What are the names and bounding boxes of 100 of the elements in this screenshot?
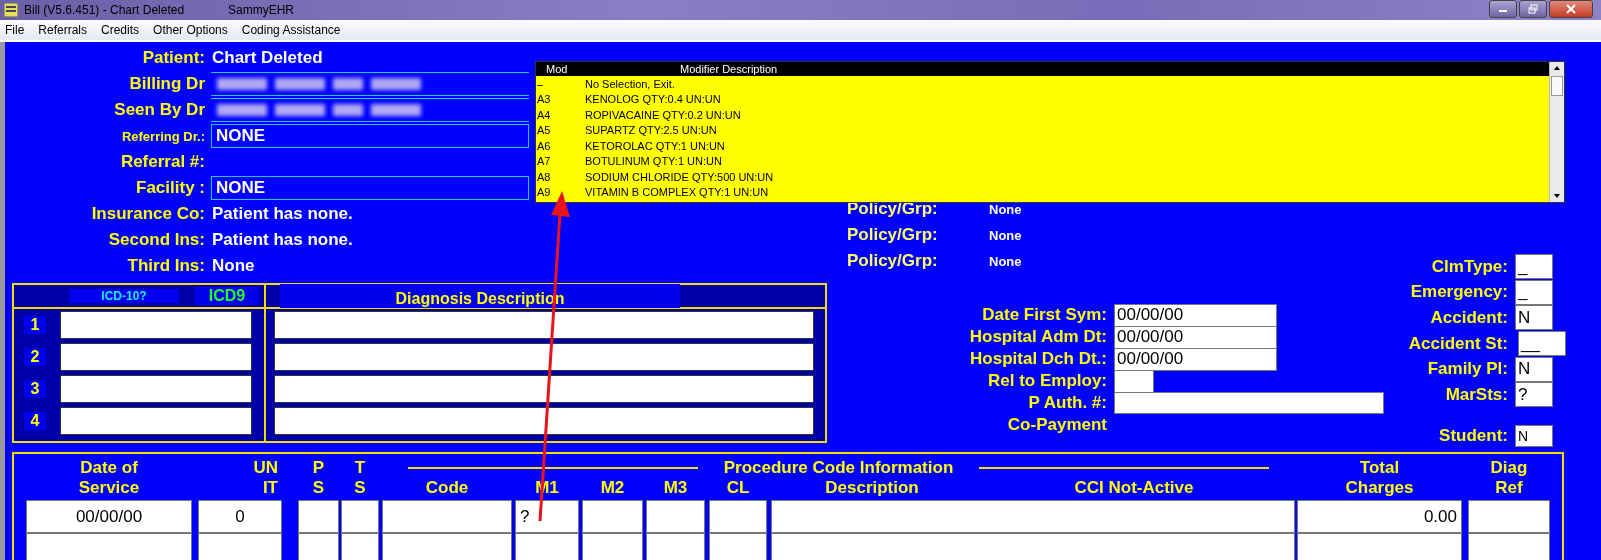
field-value: None [989,201,1022,217]
table-cell[interactable] [646,500,705,533]
description-field[interactable] [274,343,814,371]
row-number: 2 [24,348,46,366]
field-value: Chart Deleted [212,48,323,68]
close-button[interactable] [1549,0,1593,18]
table-cell[interactable] [771,533,1295,560]
table-cell[interactable] [382,533,512,560]
scrollbar[interactable] [1549,62,1564,202]
table-cell[interactable] [771,500,1295,533]
field-label: Facility : [135,178,205,198]
input-field[interactable]: N [1515,356,1553,382]
column-header: Mod [546,63,569,75]
field-label: Date First Sym: [981,305,1107,325]
field-label: Referral #: [119,152,205,172]
menu-item[interactable]: File [5,23,25,37]
table-cell[interactable] [709,500,767,533]
list-item[interactable]: A7 BOTULINUM QTY:1 UN:UN [536,153,1549,169]
table-cell[interactable] [709,533,767,560]
table-cell[interactable] [26,533,192,560]
list-item[interactable]: A5 SUPARTZ QTY:2.5 UN:UN [536,122,1549,138]
input-field[interactable] [1114,369,1154,393]
input-field[interactable]: ? [1515,382,1553,408]
menu-item[interactable]: Other Options [153,23,228,37]
input-field[interactable]: N [1515,305,1553,331]
input-field[interactable]: N [1515,425,1553,448]
field-value: None [989,227,1022,243]
column-header: Modifier Description [680,63,778,75]
description-field[interactable] [274,311,814,339]
field-value: Patient has none. [212,230,353,250]
app-icon [4,3,18,17]
row-number: 4 [24,412,46,430]
close-icon [1566,4,1576,14]
description-field[interactable] [274,375,814,403]
code-field[interactable] [60,311,252,339]
input-field[interactable]: __ [1518,331,1566,357]
field-label: ClmType: [1430,256,1508,277]
table-cell[interactable] [298,500,339,533]
column-header: Description [824,478,920,498]
field-label: Seen By Dr [113,100,205,120]
table-cell[interactable] [382,500,512,533]
field-label: Policy/Grp: [847,251,939,271]
table-cell[interactable] [298,533,339,560]
list-item[interactable]: A9 VITAMIN B COMPLEX QTY:1 UN:UN [536,184,1549,200]
field-label: Hospital Dch Dt.: [969,349,1107,369]
table-cell[interactable] [341,533,379,560]
column-header: S [311,478,326,498]
field-value: None [989,253,1022,269]
column-header: T [353,458,367,478]
list-item[interactable]: A3 KENOLOG QTY:0.4 UN:UN [536,91,1549,107]
menu-item[interactable]: Referrals [38,23,88,37]
date-field[interactable]: 00/00/00 [1114,303,1277,327]
menu-item[interactable]: Coding Assistance [241,23,341,37]
table-cell[interactable] [1468,533,1550,560]
table-cell[interactable]: ? [515,500,579,533]
field-label: MarSts: [1444,384,1508,405]
restore-icon [1528,4,1538,14]
date-field[interactable]: 00/00/00 [1114,347,1277,371]
app-name: SammyEHR [228,3,294,17]
input-field[interactable]: NONE [211,176,529,200]
list-item[interactable]: A6 KETOROLAC QTY:1 UN:UN [536,138,1549,154]
input-field[interactable]: _ [1515,279,1553,305]
row-number: 1 [24,316,46,334]
field-label: Family Pl: [1426,359,1508,380]
field-label: Student: [1438,426,1508,447]
field-value: None [212,256,255,276]
input-field[interactable] [1114,392,1384,414]
section-title: Procedure Code Information [723,458,954,478]
table-cell[interactable] [515,533,579,560]
table-cell[interactable] [646,533,705,560]
icd10-label[interactable]: ICD-10? [69,289,179,303]
table-cell[interactable]: 0.00 [1297,500,1462,533]
code-field[interactable] [60,375,252,403]
menu-item[interactable]: Credits [101,23,140,37]
field-value: Patient has none. [212,204,353,224]
restore-button[interactable] [1519,0,1547,18]
table-cell[interactable] [582,533,643,560]
table-cell[interactable] [582,500,643,533]
field-label: Second Ins: [107,230,205,250]
description-field[interactable] [274,407,814,435]
code-field[interactable] [60,407,252,435]
column-header: P [311,458,326,478]
icd9-label[interactable]: ICD9 [195,287,259,305]
table-cell[interactable] [1297,533,1462,560]
table-cell[interactable] [341,500,379,533]
list-item[interactable]: – No Selection, Exit. [536,76,1549,92]
table-cell[interactable] [198,533,282,560]
list-item[interactable]: A8 SODIUM CHLORIDE QTY:500 UN:UN [536,169,1549,185]
minimize-button[interactable] [1489,0,1517,18]
date-field[interactable]: 00/00/00 [1114,325,1277,349]
column-header: CL [725,478,751,498]
table-cell[interactable] [1468,500,1550,533]
table-cell[interactable]: 00/00/00 [26,500,192,533]
list-item[interactable]: A4 ROPIVACAINE QTY:0.2 UN:UN [536,107,1549,123]
table-cell[interactable]: 0 [198,500,282,533]
scroll-thumb[interactable] [1551,76,1563,96]
input-field[interactable]: NONE [211,124,529,148]
input-field[interactable]: _ [1515,254,1553,280]
code-field[interactable] [60,343,252,371]
column-header: Diag [1489,458,1529,478]
